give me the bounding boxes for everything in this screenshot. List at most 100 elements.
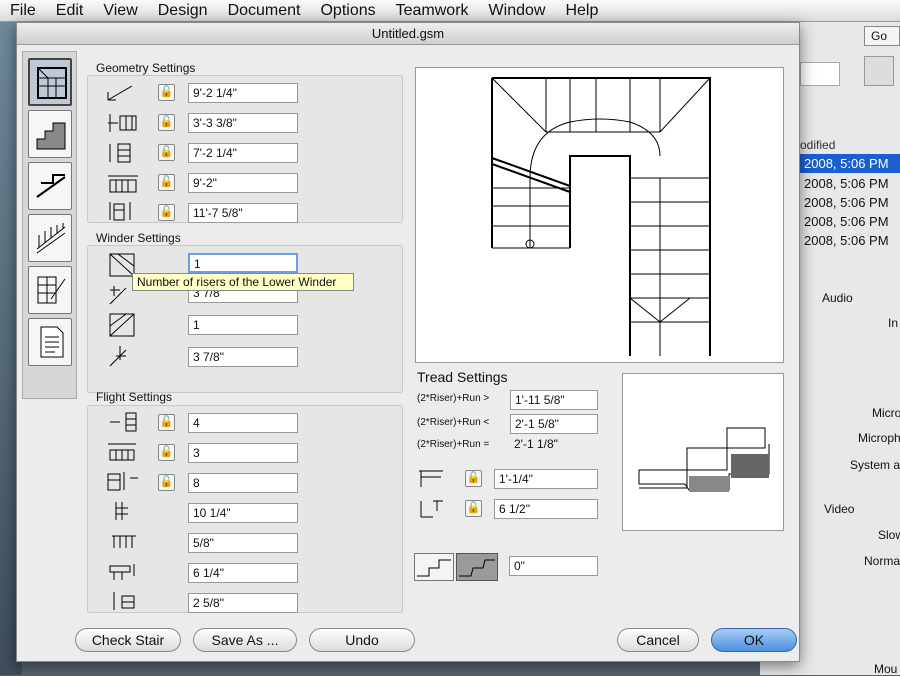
- audio-label: Audio: [822, 291, 853, 305]
- winder-settings-title: Winder Settings: [96, 231, 181, 245]
- slanted-riser-icon: [459, 559, 495, 577]
- dialog-title: Untitled.gsm: [17, 23, 799, 45]
- geometry-value-field[interactable]: 3'-3 3/8": [188, 113, 298, 133]
- menu-options[interactable]: Options: [310, 0, 385, 22]
- railing-icon: [36, 223, 66, 254]
- menu-help[interactable]: Help: [555, 0, 608, 22]
- micropho-label: Micropho: [858, 431, 900, 445]
- lock-icon[interactable]: 🔓: [465, 500, 482, 517]
- upper-flight-risers-icon: [107, 472, 138, 491]
- date-row[interactable]: 2008, 5:06 PM: [800, 231, 900, 250]
- go-button[interactable]: Go: [864, 26, 900, 46]
- background-tool-icon[interactable]: [864, 56, 894, 86]
- flight-value-field[interactable]: 3: [188, 443, 298, 463]
- formula-label: (2*Riser)+Run >: [417, 393, 490, 404]
- date-row[interactable]: 2008, 5:06 PM: [800, 193, 900, 212]
- cancel-button[interactable]: Cancel: [617, 628, 699, 652]
- stair-plan-preview: [415, 67, 784, 363]
- upper-winder-offset-icon: [109, 346, 127, 367]
- menu-window[interactable]: Window: [479, 0, 556, 22]
- lock-icon[interactable]: 🔓: [158, 474, 175, 491]
- slow-label: Slow: [878, 528, 900, 542]
- undo-button[interactable]: Undo: [309, 628, 415, 652]
- tab-symbol[interactable]: [28, 266, 72, 314]
- upper-winder-risers-icon: [109, 313, 135, 337]
- stair-plan-drawing: [491, 77, 711, 356]
- tab-landing[interactable]: [28, 162, 72, 210]
- settings-tab-strip: [22, 51, 77, 399]
- riser-height-field[interactable]: 6 1/2": [494, 499, 598, 519]
- geometry-settings-group: 🔓 9'-2 1/4" 🔓 3'-3 3/8" 🔓 7'-2 1/4" 🔓 9'…: [87, 75, 403, 223]
- lower-winder-risers-field[interactable]: 1: [188, 253, 298, 273]
- stair-height-icon: [107, 85, 133, 101]
- normal-label: Norma: [864, 554, 900, 568]
- lock-icon[interactable]: 🔓: [158, 174, 175, 191]
- geometry-value-field[interactable]: 11'-7 5/8": [188, 203, 298, 223]
- winder-settings-group: 1 3 7/8" 1 3 7/8": [87, 245, 403, 393]
- flight-value-field[interactable]: 2 5/8": [188, 593, 298, 613]
- slanted-riser-toggle[interactable]: [456, 553, 498, 581]
- formula-min-field[interactable]: 1'-11 5/8": [510, 390, 598, 410]
- lower-flight-risers-icon: [110, 412, 137, 432]
- stair-total-length-icon: [109, 202, 131, 221]
- menu-design[interactable]: Design: [148, 0, 218, 22]
- background-field[interactable]: [800, 62, 840, 86]
- modified-column-header: odified: [800, 138, 836, 152]
- tab-listing[interactable]: [28, 318, 72, 366]
- flight-value-field[interactable]: 10 1/4": [188, 503, 298, 523]
- lock-icon[interactable]: 🔓: [158, 114, 175, 131]
- lock-icon[interactable]: 🔓: [158, 84, 175, 101]
- stair-plan-icon: [37, 67, 67, 99]
- menu-view[interactable]: View: [93, 0, 147, 22]
- riser-height-icon: [420, 500, 443, 518]
- geometry-value-field[interactable]: 9'-2": [188, 173, 298, 193]
- flight-value-field[interactable]: 8: [188, 473, 298, 493]
- tread-thickness-icon: [109, 564, 135, 580]
- lock-icon[interactable]: 🔓: [158, 144, 175, 161]
- menu-file[interactable]: File: [0, 0, 46, 22]
- tab-geometry[interactable]: [28, 58, 72, 106]
- date-row[interactable]: 2008, 5:06 PM: [800, 174, 900, 193]
- tab-structure[interactable]: [28, 110, 72, 158]
- geometry-value-field[interactable]: 7'-2 1/4": [188, 143, 298, 163]
- straight-riser-toggle[interactable]: [414, 553, 454, 581]
- video-label: Video: [824, 502, 855, 516]
- stair-settings-dialog: Untitled.gsm Geometry Settings 🔓 9'-2 1/…: [16, 22, 800, 662]
- winder-value-field[interactable]: 3 7/8": [188, 347, 298, 367]
- stair-width-icon: [108, 114, 137, 132]
- lock-icon[interactable]: 🔓: [158, 414, 175, 431]
- tooltip: Number of risers of the Lower Winder: [132, 273, 354, 291]
- tread-section-preview: [622, 373, 784, 531]
- geometry-settings-title: Geometry Settings: [96, 61, 196, 75]
- formula-label: (2*Riser)+Run <: [417, 417, 490, 428]
- menu-edit[interactable]: Edit: [46, 0, 94, 22]
- flight-value-field[interactable]: 6 1/4": [188, 563, 298, 583]
- tread-depth-icon: [115, 502, 128, 520]
- date-row[interactable]: 2008, 5:06 PM: [800, 154, 900, 173]
- tread-run-icon: [419, 470, 443, 487]
- save-as-button[interactable]: Save As ...: [193, 628, 297, 652]
- lock-icon[interactable]: 🔓: [158, 444, 175, 461]
- winder-value-field[interactable]: 1: [188, 315, 298, 335]
- landing-icon: [36, 174, 66, 198]
- flight-value-field[interactable]: 4: [188, 413, 298, 433]
- date-row[interactable]: 2008, 5:06 PM: [800, 212, 900, 231]
- system-label: System a: [850, 458, 900, 472]
- tread-settings-title: Tread Settings: [417, 369, 508, 385]
- ok-button[interactable]: OK: [711, 628, 797, 652]
- formula-max-field[interactable]: 2'-1 5/8": [510, 414, 598, 434]
- lock-icon[interactable]: 🔓: [465, 470, 482, 487]
- stair-section-icon: [36, 122, 66, 150]
- middle-flight-risers-icon: [108, 443, 136, 461]
- flight-value-field[interactable]: 5/8": [188, 533, 298, 553]
- tread-run-field[interactable]: 1'-1/4": [494, 469, 598, 489]
- menu-document[interactable]: Document: [218, 0, 311, 22]
- stair-length-icon: [109, 143, 131, 163]
- check-stair-button[interactable]: Check Stair: [75, 628, 181, 652]
- lock-icon[interactable]: 🔓: [158, 204, 175, 221]
- input-label: In: [888, 316, 899, 330]
- riser-angle-field[interactable]: 0": [509, 556, 598, 576]
- tab-railing[interactable]: [28, 214, 72, 262]
- menu-teamwork[interactable]: Teamwork: [386, 0, 479, 22]
- geometry-value-field[interactable]: 9'-2 1/4": [188, 83, 298, 103]
